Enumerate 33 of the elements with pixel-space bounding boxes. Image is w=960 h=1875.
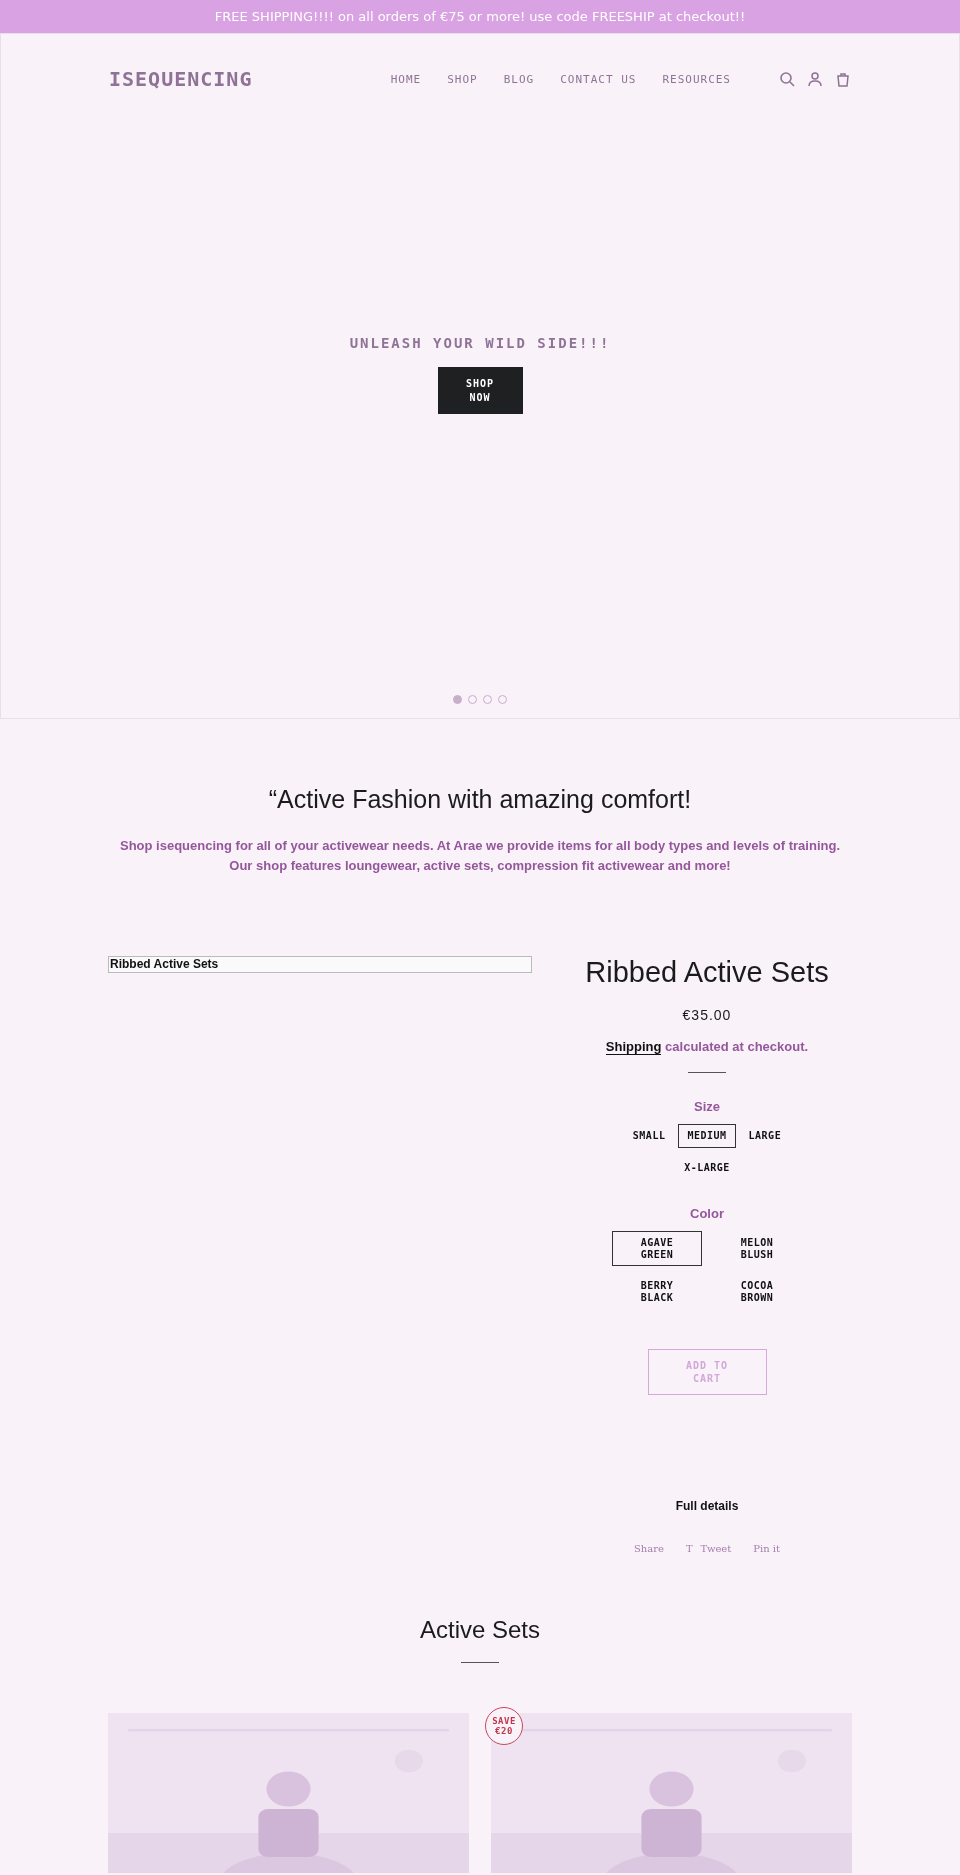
size-option[interactable]: LARGE	[739, 1124, 791, 1148]
shipping-link[interactable]: Shipping	[605, 1039, 662, 1055]
product-price: €35.00	[682, 1007, 732, 1023]
hero-title: UNLEASH YOUR WILD SIDE!!!	[349, 335, 611, 351]
option-label: Size	[694, 1099, 720, 1114]
full-details-link[interactable]: Full details	[675, 1499, 739, 1513]
logo[interactable]: ISEQUENCING	[109, 67, 253, 91]
product-title: Ribbed Active Sets	[585, 956, 829, 989]
account-icon[interactable]	[807, 71, 823, 87]
option-label: Color	[690, 1206, 724, 1221]
announcement-text: FREE SHIPPING!!!! on all orders of €75 or more! use code FREESHIP at checkout!!	[214, 9, 746, 24]
color-option[interactable]: COCOA BROWN	[712, 1274, 802, 1309]
size-option[interactable]: SMALL	[623, 1124, 675, 1148]
color-option[interactable]: AGAVE GREEN	[612, 1231, 702, 1266]
size-option[interactable]: X-LARGE	[675, 1156, 739, 1180]
search-icon[interactable]	[779, 71, 795, 87]
nav-link[interactable]: CONTACT US	[560, 72, 637, 86]
sale-badge: SAVE €20	[485, 1707, 523, 1745]
image-alt-text: Ribbed Active Sets	[108, 956, 532, 973]
section-heading: “Active Fashion with amazing comfort!	[267, 785, 693, 814]
color-option[interactable]: MELON BLUSH	[712, 1231, 802, 1266]
slide-dot[interactable]	[453, 695, 462, 704]
nav-link[interactable]: HOME	[390, 72, 422, 86]
shop-now-button[interactable]: SHOP NOW	[437, 367, 523, 414]
nav-link[interactable]: RESOURCES	[662, 72, 731, 86]
nav-link[interactable]: SHOP	[447, 72, 478, 86]
section-heading: Active Sets	[418, 1616, 541, 1644]
intro-text: Shop isequencing for all of your activewear needs. At Arae we provide items for all body types and levels of training. Our shop features loungewear, active sets, compression fit activewear and more!	[119, 837, 841, 875]
size-option[interactable]: MEDIUM	[678, 1124, 736, 1148]
nav-link[interactable]: BLOG	[503, 72, 535, 86]
shipping-note: Shipping calculated at checkout.	[605, 1039, 809, 1054]
bag-icon[interactable]	[835, 71, 851, 87]
color-option[interactable]: BERRY BLACK	[612, 1274, 702, 1309]
